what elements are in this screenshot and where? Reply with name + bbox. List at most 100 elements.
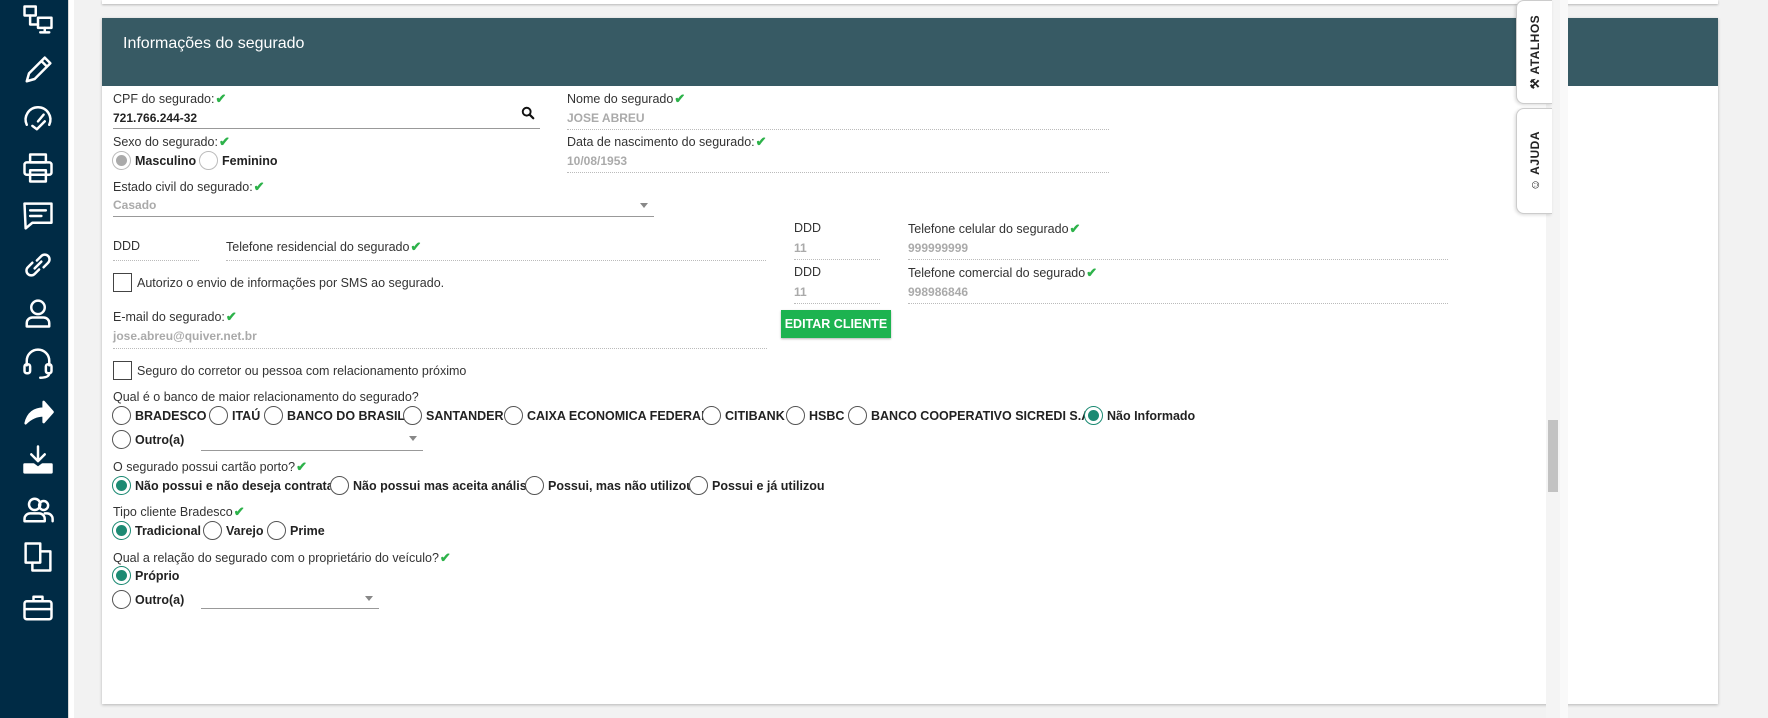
- check-icon: ✔: [233, 504, 245, 519]
- banco-radio-banco-do-brasil[interactable]: BANCO DO BRASIL: [264, 406, 405, 425]
- download-icon[interactable]: [18, 440, 58, 480]
- check-icon: ✔: [1069, 221, 1081, 236]
- ddd-comercial-underline: [794, 303, 880, 304]
- chat-icon[interactable]: [18, 196, 58, 236]
- check-icon: ✔: [253, 179, 265, 194]
- sms-checkbox[interactable]: Autorizo o envio de informações por SMS …: [113, 273, 444, 292]
- card-header: Informações do segurado: [102, 18, 1718, 86]
- corretor-checkbox[interactable]: Seguro do corretor ou pessoa com relacio…: [113, 361, 466, 380]
- ddd-celular-underline: [794, 259, 880, 260]
- banco-radio-caixa[interactable]: CAIXA ECONOMICA FEDERAL: [504, 406, 709, 425]
- banco-radio-nao-informado[interactable]: Não Informado: [1084, 406, 1195, 425]
- scrollbar-thumb[interactable]: [1548, 420, 1558, 492]
- headset-icon[interactable]: [18, 342, 58, 382]
- atalhos-label: ⚒ ATALHOS: [1527, 14, 1542, 90]
- users-icon[interactable]: [18, 490, 58, 530]
- banco-radio-bradesco[interactable]: BRADESCO: [112, 406, 207, 425]
- check-icon: ✔: [1086, 265, 1098, 280]
- window-edge: [1560, 0, 1568, 718]
- banco-radio-outro[interactable]: Outro(a): [112, 430, 184, 449]
- sidebar-gutter: [68, 0, 74, 718]
- forward-arrow-icon[interactable]: [18, 392, 58, 432]
- check-icon: ✔: [215, 91, 227, 106]
- nome-underline: [567, 129, 1109, 130]
- speedometer-icon[interactable]: [18, 98, 58, 138]
- relacao-radio-proprio[interactable]: Próprio: [112, 566, 179, 585]
- checkbox-box[interactable]: [113, 273, 132, 292]
- tel-comercial-underline: [908, 303, 1448, 304]
- user-icon[interactable]: [18, 293, 58, 333]
- network-icon[interactable]: [18, 0, 58, 40]
- checkbox-box[interactable]: [113, 361, 132, 380]
- previous-card-edge: [102, 0, 1718, 4]
- estado-civil-label: Estado civil do segurado:✔: [113, 179, 265, 194]
- relacao-radio-outro[interactable]: Outro(a): [112, 590, 184, 609]
- cartao-radio-nao-deseja[interactable]: Não possui e não deseja contratar: [112, 476, 339, 495]
- check-icon: ✔: [296, 459, 307, 474]
- chevron-down-icon[interactable]: [409, 436, 417, 441]
- estado-civil-underline: [113, 216, 654, 217]
- banco-radio-citibank[interactable]: CITIBANK: [702, 406, 785, 425]
- check-icon: ✔: [218, 134, 230, 149]
- relacao-outro-select[interactable]: [201, 608, 379, 609]
- banco-label: Qual é o banco de maior relacionamento d…: [113, 390, 419, 404]
- banco-radio-sicredi[interactable]: BANCO COOPERATIVO SICREDI S.A.: [848, 406, 1094, 425]
- cartao-radio-aceita-analise[interactable]: Não possui mas aceita análise: [330, 476, 534, 495]
- tel-comercial-label: Telefone comercial do segurado✔: [908, 265, 1098, 280]
- card-title: Informações do segurado: [123, 35, 305, 52]
- tel-residencial-field[interactable]: [226, 260, 766, 261]
- check-icon: ✔: [674, 91, 686, 106]
- tel-celular-underline: [908, 259, 1448, 260]
- check-icon: ✔: [410, 239, 422, 254]
- editar-cliente-button[interactable]: EDITAR CLIENTE: [781, 310, 891, 338]
- ajuda-tab[interactable]: ☺ AJUDA: [1516, 108, 1552, 214]
- chevron-down-icon[interactable]: [365, 596, 373, 601]
- ddd-celular-label: DDD: [794, 221, 822, 235]
- cpf-underline: [113, 128, 540, 129]
- banco-outro-select[interactable]: [201, 450, 423, 451]
- copy-icon[interactable]: [18, 537, 58, 577]
- sms-label: Autorizo o envio de informações por SMS …: [137, 275, 445, 290]
- cartao-radio-nao-utilizou[interactable]: Possui, mas não utilizou: [525, 476, 694, 495]
- banco-radio-santander[interactable]: SANTANDER: [403, 406, 504, 425]
- nascimento-underline: [567, 172, 1109, 173]
- estado-civil-select[interactable]: Casado: [113, 198, 156, 212]
- nascimento-label: Data de nascimento do segurado:✔: [567, 134, 767, 149]
- tipo-bradesco-label: Tipo cliente Bradesco✔: [113, 504, 245, 519]
- check-icon: ✔: [439, 550, 451, 565]
- sexo-masculino-radio[interactable]: Masculino: [112, 151, 196, 170]
- cpf-label: CPF do segurado:✔: [113, 91, 227, 106]
- link-icon[interactable]: [18, 245, 58, 285]
- printer-icon[interactable]: [18, 148, 58, 188]
- banco-radio-hsbc[interactable]: HSBC: [786, 406, 844, 425]
- tel-residencial-label: Telefone residencial do segurado✔: [226, 239, 422, 254]
- ddd-comercial-value: 11: [794, 285, 807, 299]
- sexo-label: Sexo do segurado:✔: [113, 134, 230, 149]
- email-field: jose.abreu@quiver.net.br: [113, 329, 257, 343]
- cartao-label: O segurado possui cartão porto?✔: [113, 459, 307, 474]
- tipo-radio-tradicional[interactable]: Tradicional: [112, 521, 201, 540]
- briefcase-icon[interactable]: [18, 588, 58, 628]
- atalhos-tab[interactable]: ⚒ ATALHOS: [1516, 0, 1552, 104]
- ddd-residencial-field[interactable]: [113, 260, 199, 261]
- tipo-radio-varejo[interactable]: Varejo: [203, 521, 264, 540]
- sidebar: [0, 0, 68, 718]
- nome-label: Nome do segurado✔: [567, 91, 686, 106]
- tel-comercial-value: 998986846: [908, 285, 969, 299]
- tel-celular-label: Telefone celular do segurado✔: [908, 221, 1081, 236]
- chevron-down-icon[interactable]: [640, 203, 648, 208]
- nascimento-field: 10/08/1953: [567, 154, 628, 168]
- cartao-radio-ja-utilizou[interactable]: Possui e já utilizou: [689, 476, 825, 495]
- check-icon: ✔: [225, 309, 237, 324]
- ddd-comercial-label: DDD: [794, 265, 822, 279]
- relacao-label: Qual a relação do segurado com o proprie…: [113, 550, 451, 565]
- tipo-radio-prime[interactable]: Prime: [267, 521, 325, 540]
- cpf-input[interactable]: 721.766.244-32: [113, 111, 197, 125]
- banco-radio-itau[interactable]: ITAÚ: [209, 406, 260, 425]
- tel-celular-value: 999999999: [908, 241, 969, 255]
- sexo-feminino-radio[interactable]: Feminino: [199, 151, 278, 170]
- email-label: E-mail do segurado:✔: [113, 309, 237, 324]
- email-underline: [113, 348, 767, 349]
- search-icon[interactable]: [521, 106, 537, 122]
- pencil-icon[interactable]: [18, 50, 58, 90]
